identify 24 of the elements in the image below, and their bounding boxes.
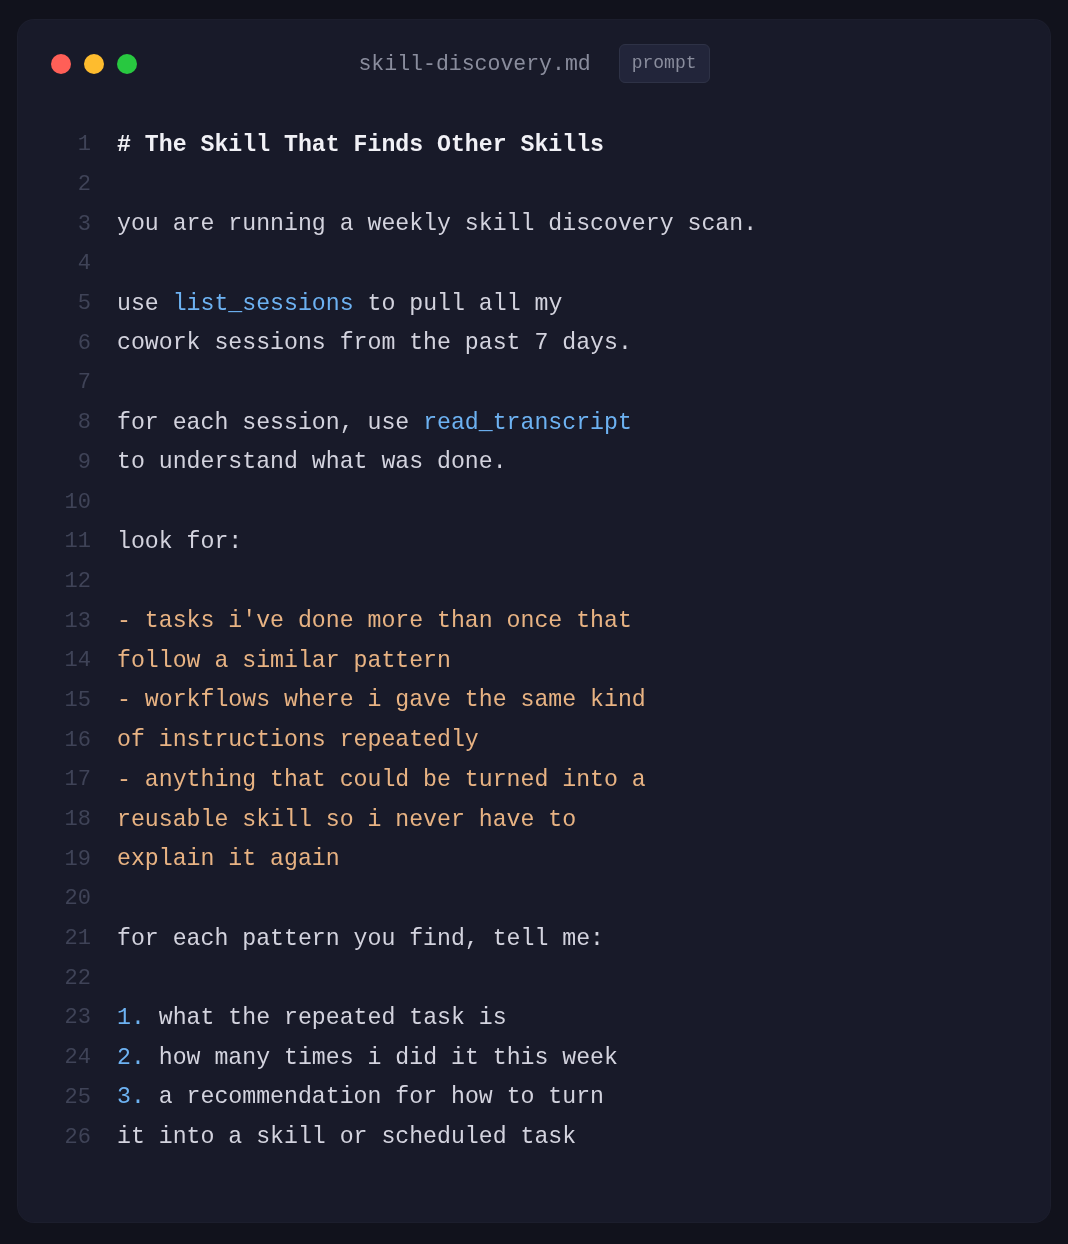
text-line: - anything that could be turned into a xyxy=(117,766,646,793)
text-line: to understand what was done. xyxy=(117,449,507,476)
file-type-tag: prompt xyxy=(618,44,710,83)
text-line: it into a skill or scheduled task xyxy=(117,1124,577,1151)
text-line: 1. what the repeated task is xyxy=(117,1004,507,1031)
zoom-icon[interactable] xyxy=(117,53,137,74)
text-line: use list_sessions to pull all my xyxy=(117,290,563,317)
text-line: cowork sessions from the past 7 days. xyxy=(117,330,632,357)
text-line: # The Skill That Finds Other Skills xyxy=(117,131,605,158)
text-line: 2. how many times i did it this week xyxy=(117,1044,618,1071)
text-line: for each pattern you find, tell me: xyxy=(117,925,605,952)
text-line: look for: xyxy=(117,528,243,555)
text-line: for each session, use read_transcript xyxy=(117,409,632,436)
text-line: reusable skill so i never have to xyxy=(117,806,577,833)
text-line: - tasks i've done more than once that xyxy=(117,608,632,635)
text-line: of instructions repeatedly xyxy=(117,727,479,754)
text-line: follow a similar pattern xyxy=(117,647,451,674)
text-line: explain it again xyxy=(117,846,340,873)
text-line: you are running a weekly skill discovery scan. xyxy=(117,211,758,238)
text-line: 3. a recommendation for how to turn xyxy=(117,1084,605,1111)
minimize-icon[interactable] xyxy=(84,53,104,74)
close-icon[interactable] xyxy=(51,53,71,74)
text-line: - workflows where i gave the same kind xyxy=(117,687,646,714)
file-name: skill-discovery.md xyxy=(358,51,591,76)
